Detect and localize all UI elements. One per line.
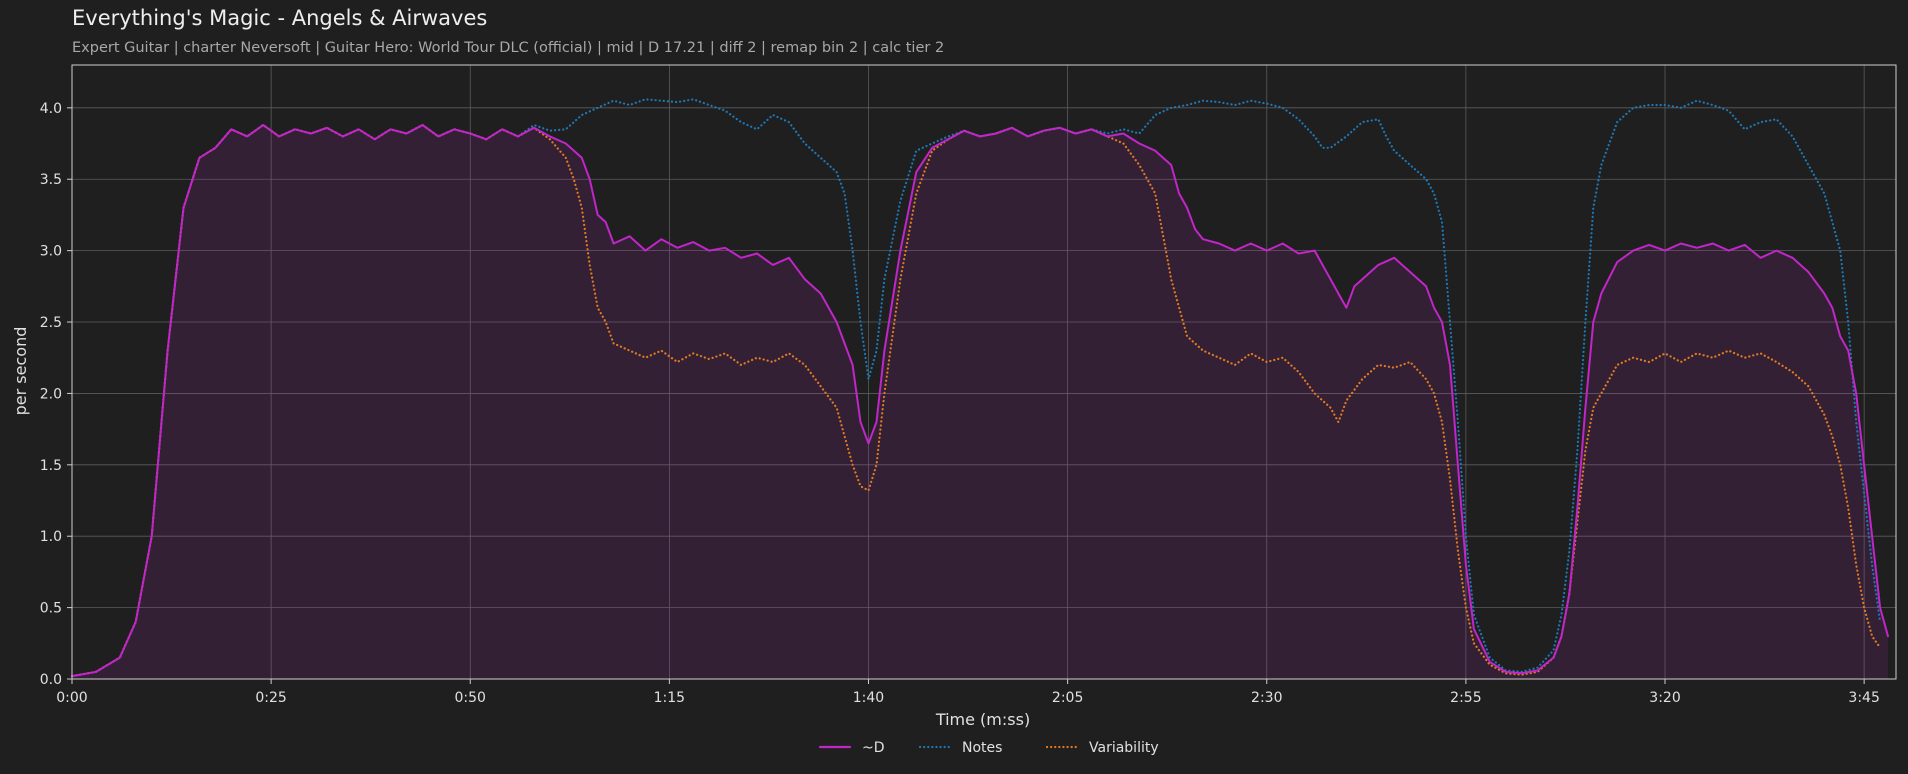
legend-label: Variability <box>1089 740 1159 756</box>
line-chart: 0:00 0:25 0:50 1:15 1:40 2:05 2:30 2:55 3:20 3:45… <box>11 64 1897 756</box>
x-tick-label: 2:30 <box>1251 690 1282 706</box>
y-tick-label: 1.5 <box>40 458 62 474</box>
x-tick-label: 1:15 <box>654 690 685 706</box>
x-tick-label: 0:00 <box>56 690 87 706</box>
fill-layer <box>72 125 1889 679</box>
legend-label: Notes <box>962 740 1002 756</box>
x-tick-label: 2:55 <box>1450 690 1481 706</box>
x-tick-label: 1:40 <box>853 690 884 706</box>
x-tick-label: 0:25 <box>255 690 286 706</box>
x-axis-label: Time (m:ss) <box>935 710 1030 729</box>
y-tick-label: 2.5 <box>40 315 62 331</box>
legend-label: ~D <box>862 740 885 756</box>
legend: ~D Notes Variability <box>818 740 1159 756</box>
y-axis-label: per second <box>11 327 30 416</box>
y-tick-label: 0.5 <box>40 601 62 617</box>
y-tick-label: 0.0 <box>40 672 62 688</box>
x-tick-label: 3:20 <box>1649 690 1680 706</box>
y-tick-label: 1.0 <box>40 529 62 545</box>
x-tick-label: 3:45 <box>1848 690 1879 706</box>
series-area-fill <box>72 125 1889 679</box>
x-tick-label: 2:05 <box>1052 690 1083 706</box>
y-tick-label: 3.0 <box>40 244 62 260</box>
y-tick-label: 4.0 <box>40 101 62 117</box>
x-tick-label: 0:50 <box>455 690 486 706</box>
y-tick-label: 3.5 <box>40 172 62 188</box>
y-tick-label: 2.0 <box>40 386 62 402</box>
